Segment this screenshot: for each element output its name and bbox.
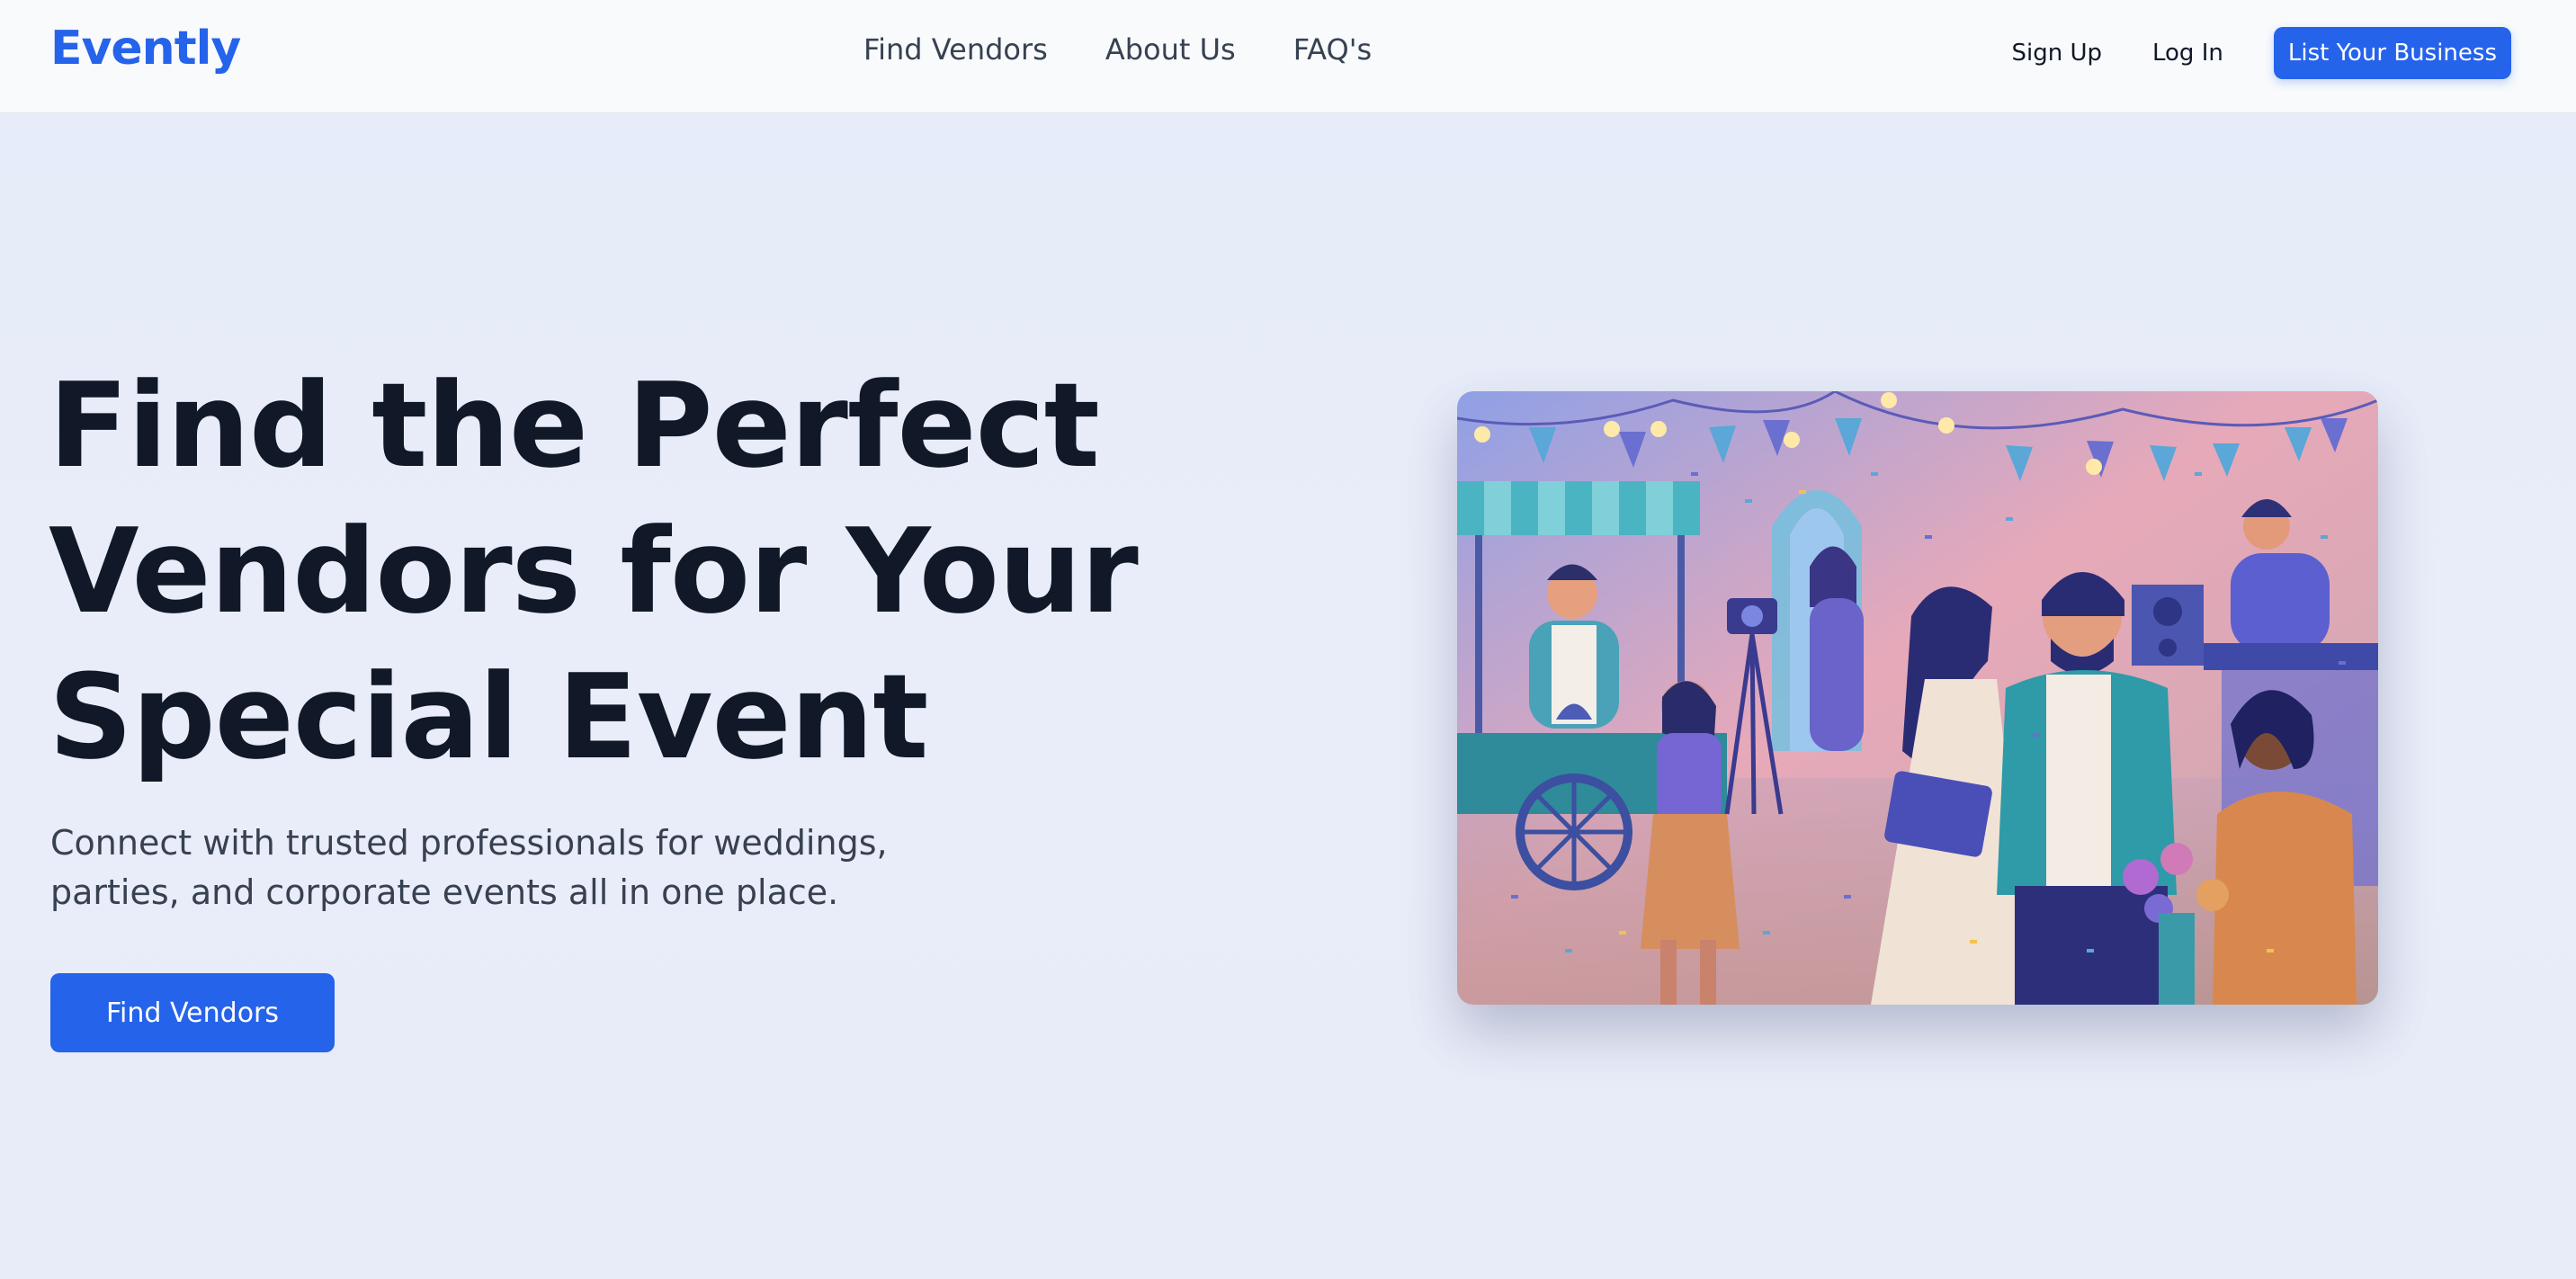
- hero-subtitle: Connect with trusted professionals for w…: [50, 818, 950, 917]
- hero-title-line: Find the Perfect: [49, 357, 1100, 494]
- hero-title: Find the Perfect Vendors for Your Specia…: [49, 353, 1218, 790]
- hero-title-line: Special Event: [49, 648, 928, 785]
- logo[interactable]: Evently: [50, 22, 241, 76]
- hero-subtitle-line: Connect with trusted professionals for w…: [50, 823, 888, 863]
- auth-actions: Sign Up Log In List Your Business: [2011, 27, 2511, 79]
- nav-find-vendors[interactable]: Find Vendors: [863, 32, 1048, 67]
- site-header: Evently Find Vendors About Us FAQ's Sign…: [0, 0, 2576, 113]
- event-vendors-illustration: [1457, 391, 2378, 1005]
- nav-faqs[interactable]: FAQ's: [1293, 32, 1372, 67]
- main-nav: Find Vendors About Us FAQ's: [863, 32, 1372, 67]
- hero-subtitle-line: parties, and corporate events all in one…: [50, 872, 839, 912]
- illustration-svg: [1457, 391, 2378, 1005]
- log-in-link[interactable]: Log In: [2152, 40, 2223, 67]
- nav-about-us[interactable]: About Us: [1105, 32, 1236, 67]
- hero-title-line: Vendors for Your: [49, 503, 1139, 640]
- find-vendors-button[interactable]: Find Vendors: [50, 973, 335, 1052]
- sign-up-link[interactable]: Sign Up: [2011, 40, 2102, 67]
- list-your-business-button[interactable]: List Your Business: [2273, 27, 2511, 79]
